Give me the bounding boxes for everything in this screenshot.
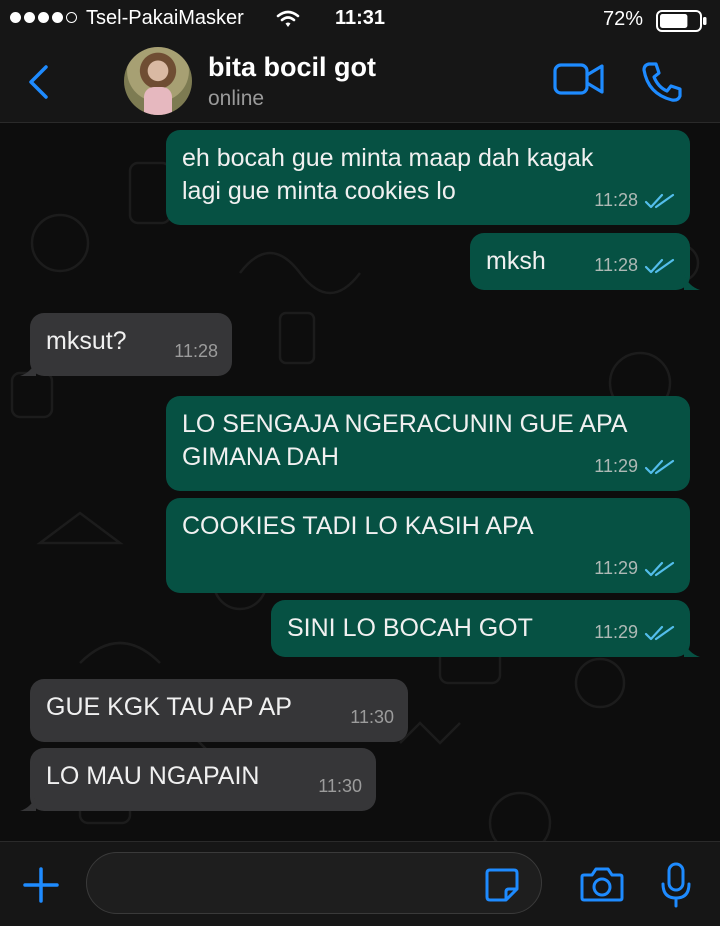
phone-icon[interactable] [640,60,684,104]
battery-icon [656,10,707,32]
outgoing-message[interactable]: mksh 11:28 [470,233,700,290]
message-meta: 11:28 [594,184,676,217]
incoming-message[interactable]: LO MAU NGAPAIN 11:30 [20,748,376,811]
message-time: 11:28 [594,255,638,275]
sticker-icon[interactable] [484,867,520,903]
message-time: 11:28 [174,341,218,361]
message-meta: 11:29 [594,616,676,649]
message-time: 11:28 [594,190,638,210]
contact-avatar[interactable] [124,47,192,115]
read-ticks-icon [644,561,675,576]
read-ticks-icon [644,258,675,273]
bubble-tail [20,795,36,811]
message-meta: 11:30 [350,701,394,734]
outgoing-message[interactable]: SINI LO BOCAH GOT 11:29 [271,600,700,657]
incoming-message[interactable]: mksut? 11:28 [20,313,232,376]
status-bar: Tsel-PakaiMasker 11:31 72% [0,0,720,40]
microphone-icon[interactable] [660,862,692,908]
read-ticks-icon [644,459,675,474]
message-meta: 11:28 [174,335,218,368]
contact-status: online [208,87,265,110]
message-list[interactable]: eh bocah gue minta maap dah kagak lagi gu… [0,123,720,841]
read-ticks-icon [644,193,675,208]
message-meta: 11:29 [594,450,676,483]
message-text: LO SENGAJA NGERACUNIN GUE APA [182,410,628,438]
message-time: 11:29 [594,456,638,476]
bubble-tail [684,274,700,290]
message-input[interactable] [86,852,542,914]
read-ticks-icon [644,625,675,640]
message-text: GUE KGK TAU AP AP [46,693,292,721]
message-meta: 11:29 [594,552,676,585]
chat-header: bita bocil got online [0,40,720,123]
video-camera-icon[interactable] [553,62,605,96]
compose-bar [0,841,720,926]
outgoing-message[interactable]: LO SENGAJA NGERACUNIN GUE APA GIMANA DAH 1… [166,396,690,491]
battery-percentage: 72% [602,8,643,30]
message-text: LO MAU NGAPAIN [46,762,260,790]
message-time: 11:30 [350,707,394,727]
message-text: eh bocah gue minta maap dah kagak [182,144,594,172]
incoming-message[interactable]: GUE KGK TAU AP AP 11:30 [30,679,408,742]
bubble-tail [20,360,36,376]
message-time: 11:29 [594,622,638,642]
camera-icon[interactable] [580,865,624,903]
back-chevron-icon[interactable] [26,64,50,100]
plus-icon[interactable] [22,866,60,904]
bubble-tail [684,641,700,657]
message-meta: 11:28 [594,249,676,282]
message-text: COOKIES TADI LO KASIH APA [182,512,534,540]
message-time: 11:29 [594,558,638,578]
outgoing-message[interactable]: eh bocah gue minta maap dah kagak lagi gu… [166,130,690,225]
contact-name[interactable]: bita bocil got [208,52,376,83]
message-meta: 11:30 [318,770,362,803]
message-time: 11:30 [318,776,362,796]
outgoing-message[interactable]: COOKIES TADI LO KASIH APA 11:29 [166,498,690,593]
